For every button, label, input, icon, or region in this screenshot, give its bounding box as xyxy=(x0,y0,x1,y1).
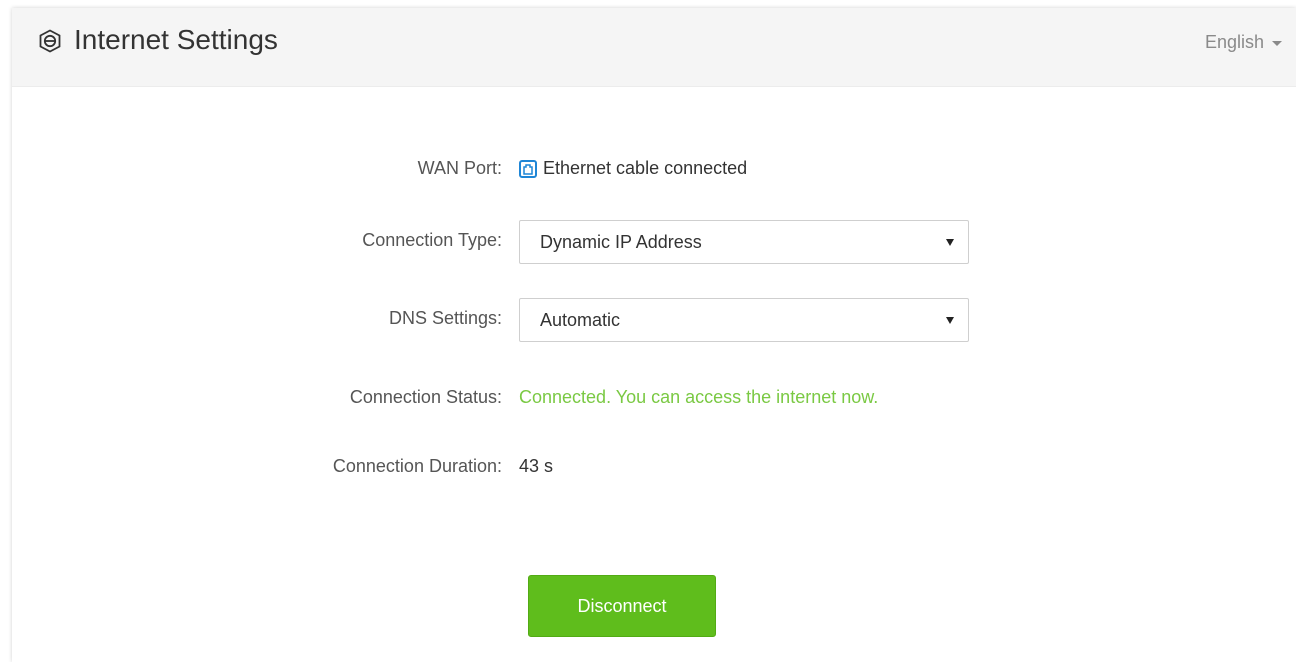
wan-port-status-text: Ethernet cable connected xyxy=(543,158,748,178)
dns-settings-select[interactable]: Automatic xyxy=(519,298,969,342)
page-title: Internet Settings xyxy=(74,24,278,55)
chevron-down-icon xyxy=(1272,41,1282,46)
dns-settings-label: DNS Settings: xyxy=(388,308,502,328)
dropdown-arrow-icon xyxy=(946,317,954,324)
panel-header: Internet Settings English xyxy=(12,8,1296,87)
dropdown-arrow-icon xyxy=(946,239,954,246)
disconnect-button[interactable]: Disconnect xyxy=(528,575,716,637)
wan-port-label: WAN Port: xyxy=(417,158,502,178)
connection-type-select[interactable]: Dynamic IP Address xyxy=(519,220,969,264)
internet-settings-panel: Internet Settings English WAN Port: Ethe… xyxy=(12,8,1296,662)
connection-type-selected: Dynamic IP Address xyxy=(540,232,702,252)
dns-settings-selected: Automatic xyxy=(540,310,621,330)
connection-type-label: Connection Type: xyxy=(362,230,502,250)
connection-status-label: Connection Status: xyxy=(349,387,502,407)
wan-port-value: Ethernet cable connected xyxy=(519,158,747,179)
ethernet-port-icon xyxy=(519,160,537,179)
connection-duration-value: 43 s xyxy=(519,456,554,476)
language-label: English xyxy=(1204,32,1264,52)
language-selector[interactable]: English xyxy=(1205,32,1282,53)
internet-globe-icon xyxy=(39,29,61,53)
connection-status-value: Connected. You can access the internet n… xyxy=(519,387,879,407)
connection-duration-label: Connection Duration: xyxy=(332,456,502,476)
